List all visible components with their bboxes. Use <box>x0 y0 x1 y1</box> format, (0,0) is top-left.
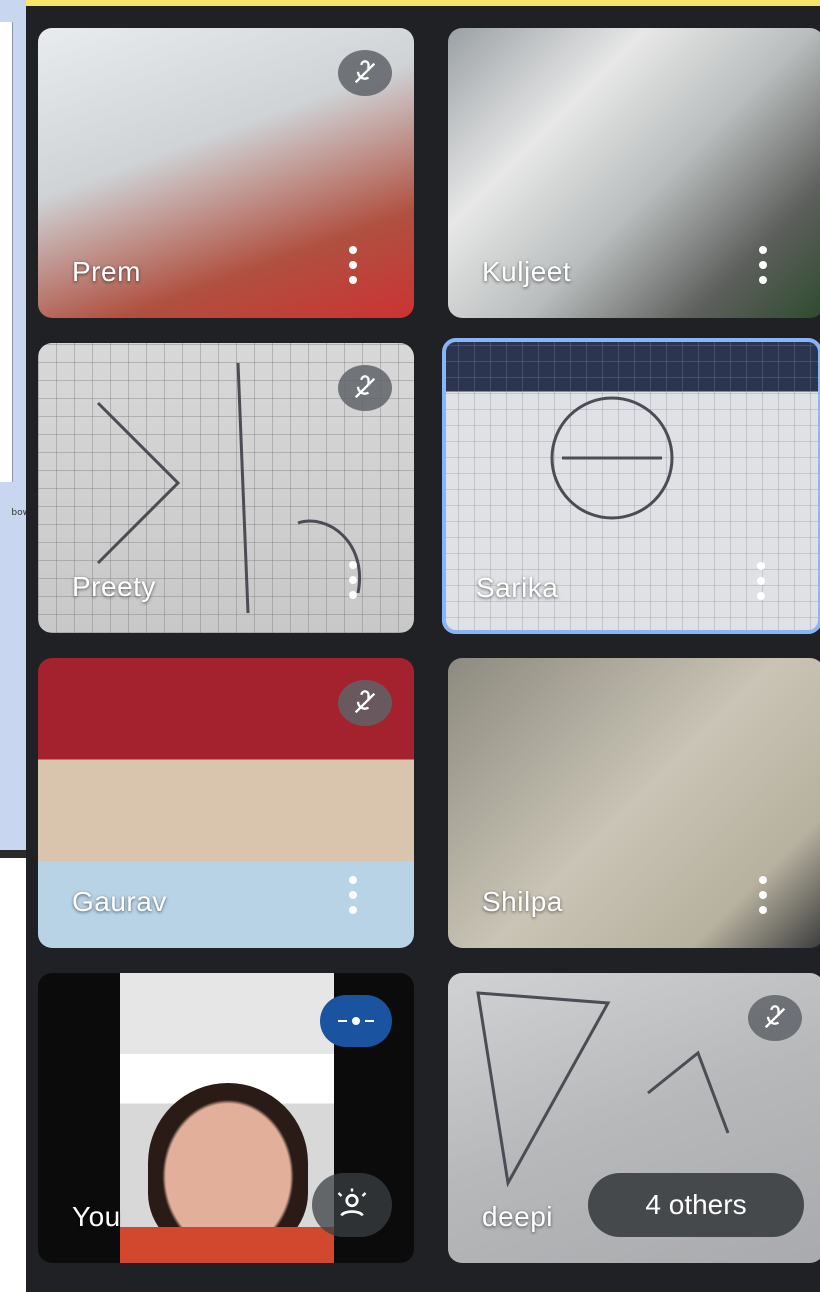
presenting-icon <box>320 995 392 1047</box>
participant-tile-prem[interactable]: Prem <box>38 28 414 318</box>
frame-person-icon[interactable] <box>312 1173 392 1237</box>
participant-tile-shilpa[interactable]: Shilpa <box>448 658 820 948</box>
participant-tile-deepika[interactable]: deepi 4 others <box>448 973 820 1263</box>
participant-tile-sarika[interactable]: Sarika <box>442 338 820 634</box>
mic-off-icon <box>338 50 392 96</box>
self-video <box>120 973 334 1263</box>
participant-tile-you[interactable]: You <box>38 973 414 1263</box>
mic-off-icon <box>338 680 392 726</box>
participant-name: Sarika <box>476 572 559 603</box>
participant-tile-preety[interactable]: Preety <box>38 343 414 633</box>
self-shirt <box>120 1227 334 1263</box>
more-vert-icon[interactable] <box>346 876 360 914</box>
participant-tile-gaurav[interactable]: Gaurav <box>38 658 414 948</box>
participant-name: Gaurav <box>72 886 167 917</box>
mic-off-icon <box>748 995 802 1041</box>
more-vert-icon[interactable] <box>346 246 360 284</box>
background-content <box>0 22 13 482</box>
participant-tile-kuljeet[interactable]: Kuljeet <box>448 28 820 318</box>
participant-name: deepi <box>482 1201 554 1232</box>
more-vert-icon[interactable] <box>346 561 360 599</box>
participant-name: You <box>72 1201 121 1232</box>
participant-name: Preety <box>72 571 156 602</box>
participant-name: Kuljeet <box>482 256 572 287</box>
more-vert-icon[interactable] <box>754 562 768 600</box>
others-chip[interactable]: 4 others <box>588 1173 804 1237</box>
more-vert-icon[interactable] <box>756 246 770 284</box>
more-vert-icon[interactable] <box>756 876 770 914</box>
window-top-strip <box>26 0 820 6</box>
participant-name: Shilpa <box>482 886 563 917</box>
participant-name: Prem <box>72 256 141 287</box>
mic-off-icon <box>338 365 392 411</box>
